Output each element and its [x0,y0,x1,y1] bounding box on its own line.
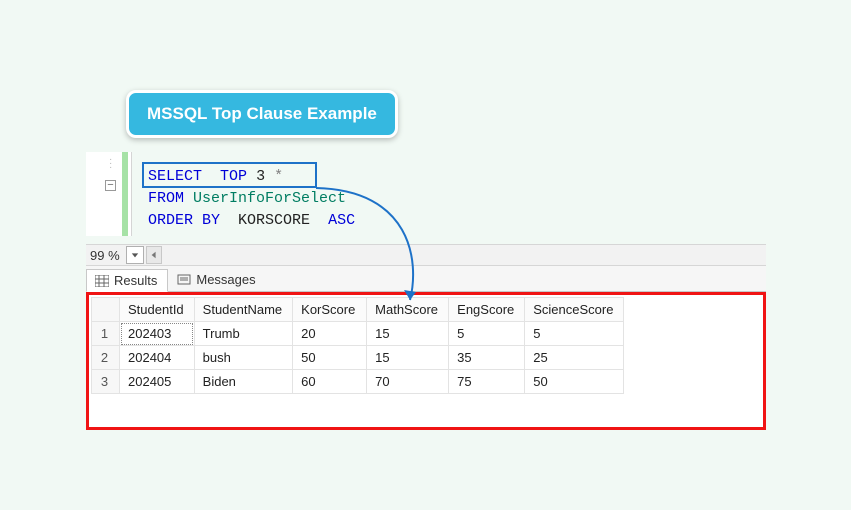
editor-gutter: ··· − [86,152,132,236]
cell-MathScore[interactable]: 15 [367,346,449,370]
table-row[interactable]: 2202404bush50153525 [92,346,624,370]
row-number: 1 [92,322,120,346]
header-rownum [92,298,120,322]
sql-code: SELECT TOP 3 * FROM UserInfoForSelect OR… [148,166,355,232]
cell-MathScore[interactable]: 70 [367,370,449,394]
cell-EngScore[interactable]: 35 [449,346,525,370]
cell-StudentName[interactable]: Trumb [194,322,293,346]
cell-ScienceScore[interactable]: 50 [525,370,624,394]
results-tabs: Results Messages [86,266,766,292]
grid-icon [95,275,109,287]
cell-MathScore[interactable]: 15 [367,322,449,346]
cell-StudentName[interactable]: Biden [194,370,293,394]
zoom-level: 99 % [86,248,126,263]
tab-results-label: Results [114,273,157,288]
callout-title: MSSQL Top Clause Example [126,90,398,138]
cell-KorScore[interactable]: 60 [293,370,367,394]
header-EngScore[interactable]: EngScore [449,298,525,322]
tab-messages[interactable]: Messages [168,268,266,291]
row-number: 2 [92,346,120,370]
message-icon [177,274,191,286]
cell-EngScore[interactable]: 75 [449,370,525,394]
tab-messages-label: Messages [196,272,255,287]
cell-ScienceScore[interactable]: 5 [525,322,624,346]
scroll-left-button[interactable] [146,246,162,264]
cell-EngScore[interactable]: 5 [449,322,525,346]
table-row[interactable]: 3202405Biden60707550 [92,370,624,394]
cell-StudentId[interactable]: 202405 [120,370,195,394]
cell-StudentId[interactable]: 202404 [120,346,195,370]
zoom-dropdown[interactable] [126,246,144,264]
cell-KorScore[interactable]: 20 [293,322,367,346]
zoom-bar: 99 % [86,244,766,266]
results-grid[interactable]: StudentId StudentName KorScore MathScore… [91,297,624,394]
header-StudentName[interactable]: StudentName [194,298,293,322]
cell-StudentId[interactable]: 202403 [120,322,195,346]
cell-ScienceScore[interactable]: 25 [525,346,624,370]
tab-results[interactable]: Results [86,269,168,292]
cell-StudentName[interactable]: bush [194,346,293,370]
table-row[interactable]: 1202403Trumb201555 [92,322,624,346]
results-panel: StudentId StudentName KorScore MathScore… [86,292,766,430]
row-number: 3 [92,370,120,394]
header-row: StudentId StudentName KorScore MathScore… [92,298,624,322]
cell-KorScore[interactable]: 50 [293,346,367,370]
fold-toggle[interactable]: − [105,180,116,191]
header-ScienceScore[interactable]: ScienceScore [525,298,624,322]
header-MathScore[interactable]: MathScore [367,298,449,322]
header-StudentId[interactable]: StudentId [120,298,195,322]
header-KorScore[interactable]: KorScore [293,298,367,322]
